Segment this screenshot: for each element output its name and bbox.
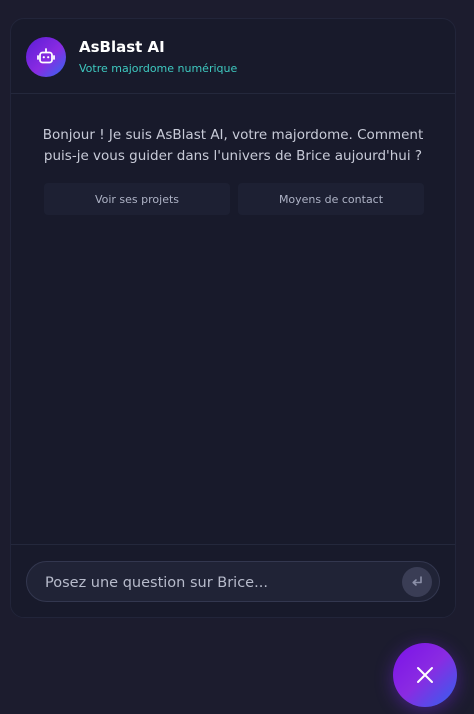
bot-greeting-message: Bonjour ! Je suis AsBlast AI, votre majo…: [42, 127, 424, 164]
send-button[interactable]: [402, 567, 432, 597]
suggestion-contact-button[interactable]: Moyens de contact: [238, 183, 424, 215]
question-input-wrapper: [26, 561, 440, 603]
chat-subtitle: Votre majordome numérique: [79, 62, 238, 75]
composer-area: [11, 544, 455, 617]
close-icon: [417, 667, 433, 683]
suggestion-view-projects-button[interactable]: Voir ses projets: [44, 183, 230, 215]
avatar: [26, 37, 66, 77]
close-chat-button[interactable]: [393, 643, 457, 707]
robot-icon: [37, 48, 55, 64]
question-input[interactable]: [43, 562, 387, 603]
enter-arrow-icon: [412, 576, 422, 586]
chat-header: AsBlast AI Votre majordome numérique: [11, 19, 455, 94]
chat-window: AsBlast AI Votre majordome numérique Bon…: [10, 18, 456, 618]
chat-title: AsBlast AI: [79, 38, 165, 56]
